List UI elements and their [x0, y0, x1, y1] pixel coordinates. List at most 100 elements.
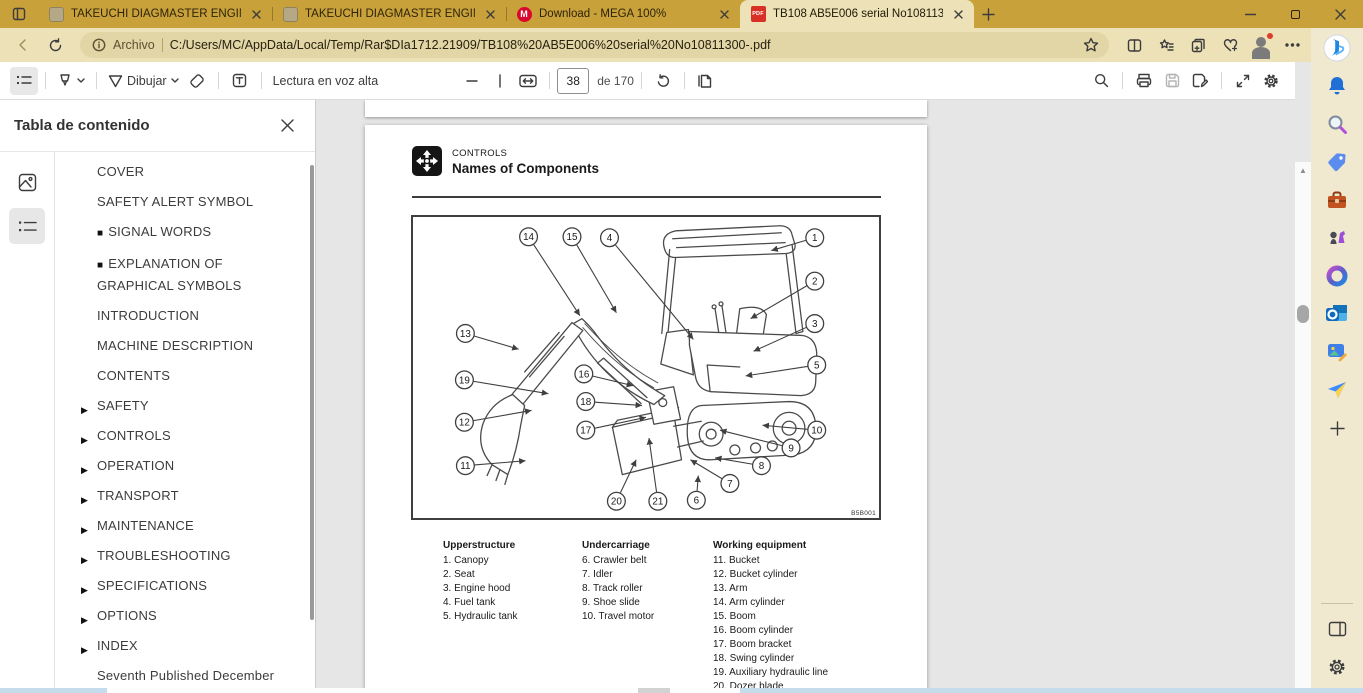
- toc-expand-arrow-icon[interactable]: ▶: [81, 610, 88, 630]
- maximize-button[interactable]: [1273, 0, 1318, 28]
- toc-item[interactable]: ▶TRANSPORT: [56, 486, 309, 506]
- toc-expand-arrow-icon[interactable]: ▶: [81, 550, 88, 570]
- customize-sidebar-plus-icon[interactable]: [1320, 411, 1354, 445]
- toc-item[interactable]: ▶MAINTENANCE: [56, 516, 309, 536]
- pdf-settings-gear-icon[interactable]: [1257, 67, 1285, 95]
- save-as-button[interactable]: [1186, 67, 1214, 95]
- shopping-tag-icon[interactable]: [1320, 145, 1354, 179]
- toc-item[interactable]: ▶CONTROLS: [56, 426, 309, 446]
- microsoft-365-icon[interactable]: [1320, 259, 1354, 293]
- browser-essentials-icon[interactable]: [1217, 32, 1243, 58]
- thumbnails-view-icon[interactable]: [9, 164, 45, 200]
- toc-item[interactable]: ▶OPTIONS: [56, 606, 309, 626]
- pill-divider: [162, 38, 163, 52]
- new-tab-button[interactable]: [974, 0, 1002, 28]
- edge-sidebar-rail: [1311, 28, 1363, 688]
- callout-number: 15: [566, 232, 577, 243]
- toc-expand-arrow-icon[interactable]: ▶: [81, 520, 88, 540]
- fit-to-width-button[interactable]: [514, 67, 542, 95]
- toc-panel-title: Tabla de contenido: [14, 117, 150, 134]
- tab-mega-download[interactable]: M Download - MEGA 100%: [506, 0, 740, 28]
- tab-close-icon[interactable]: [950, 6, 966, 22]
- toc-item[interactable]: ▶SPECIFICATIONS: [56, 576, 309, 596]
- tab-pdf-active[interactable]: PDF TB108 AB5E006 serial No108113: [740, 0, 974, 28]
- sidebar-settings-gear-icon[interactable]: [1320, 650, 1354, 684]
- toc-item[interactable]: INTRODUCTION: [56, 306, 309, 326]
- profile-avatar[interactable]: [1249, 33, 1273, 57]
- toc-item[interactable]: ▶OPERATION: [56, 456, 309, 476]
- zoom-out-button[interactable]: [458, 67, 486, 95]
- zoom-slider-handle[interactable]: [486, 67, 514, 95]
- refresh-icon[interactable]: [42, 32, 68, 58]
- add-text-button[interactable]: [226, 67, 254, 95]
- contents-view-icon[interactable]: [9, 208, 45, 244]
- toc-expand-arrow-icon[interactable]: ▶: [81, 640, 88, 660]
- toc-item[interactable]: ■SIGNAL WORDS: [56, 222, 309, 244]
- read-aloud-button[interactable]: Lectura en voz alta: [269, 67, 383, 95]
- browser-window: TAKEUCHI DIAGMASTER ENGINE TAKEUCHI DIAG…: [0, 0, 1363, 693]
- toc-item[interactable]: Seventh Published December 2004: [56, 666, 309, 688]
- tab-takeuchi-2[interactable]: TAKEUCHI DIAGMASTER ENGINE: [272, 0, 506, 28]
- notifications-bell-icon[interactable]: [1320, 69, 1354, 103]
- fullscreen-button[interactable]: [1229, 67, 1257, 95]
- search-document-icon[interactable]: [1087, 67, 1115, 95]
- url-text: C:/Users/MC/AppData/Local/Temp/Rar$DIa17…: [170, 38, 1076, 52]
- favorites-icon[interactable]: [1153, 32, 1179, 58]
- scroll-up-arrow[interactable]: ▲: [1295, 166, 1311, 175]
- image-designer-icon[interactable]: [1320, 335, 1354, 369]
- toc-expand-arrow-icon[interactable]: ▶: [81, 490, 88, 510]
- component-group: Working equipment11. Bucket12. Bucket cy…: [713, 540, 893, 688]
- page-view-button[interactable]: [692, 67, 720, 95]
- drop-icon[interactable]: [1320, 373, 1354, 407]
- copilot-bing-icon[interactable]: [1320, 31, 1354, 65]
- toc-item[interactable]: ■EXPLANATION OF GRAPHICAL SYMBOLS: [56, 254, 309, 296]
- sidebar-panel-icon[interactable]: [1320, 612, 1354, 646]
- favorite-star-icon[interactable]: [1083, 37, 1099, 53]
- toc-close-icon[interactable]: [273, 112, 301, 140]
- toc-item[interactable]: ▶TROUBLESHOOTING: [56, 546, 309, 566]
- back-icon[interactable]: [10, 32, 36, 58]
- print-button[interactable]: [1130, 67, 1158, 95]
- pdf-toolbar: Dibujar Lectura en voz alta 38 de 170: [0, 62, 1295, 100]
- more-menu-icon[interactable]: [1279, 32, 1305, 58]
- toc-scrollbar-thumb[interactable]: [310, 165, 314, 620]
- toolbar-right-group: [1087, 67, 1285, 95]
- search-sidebar-icon[interactable]: [1320, 107, 1354, 141]
- collections-icon[interactable]: [1185, 32, 1211, 58]
- toc-item[interactable]: CONTENTS: [56, 366, 309, 386]
- highlighter-button[interactable]: [53, 67, 89, 95]
- toc-expand-arrow-icon[interactable]: ▶: [81, 430, 88, 450]
- minimize-button[interactable]: [1228, 0, 1273, 28]
- tab-close-icon[interactable]: [482, 6, 498, 22]
- tab-close-icon[interactable]: [716, 6, 732, 22]
- eraser-button[interactable]: [183, 67, 211, 95]
- toc-item[interactable]: MACHINE DESCRIPTION: [56, 336, 309, 356]
- toc-item[interactable]: ▶INDEX: [56, 636, 309, 656]
- tab-close-icon[interactable]: [248, 6, 264, 22]
- tab-actions-menu-icon[interactable]: [0, 0, 38, 28]
- draw-button[interactable]: Dibujar: [104, 67, 183, 95]
- split-screen-icon[interactable]: [1121, 32, 1147, 58]
- toc-expand-arrow-icon[interactable]: ▶: [81, 460, 88, 480]
- games-icon[interactable]: [1320, 221, 1354, 255]
- tab-takeuchi-1[interactable]: TAKEUCHI DIAGMASTER ENGINE: [38, 0, 272, 28]
- rotate-button[interactable]: [649, 67, 677, 95]
- callout-number: 11: [460, 461, 470, 472]
- pdf-scrollbar[interactable]: ▲ ▼: [1295, 162, 1311, 693]
- pdf-scrollbar-thumb[interactable]: [1297, 305, 1309, 323]
- toc-item[interactable]: COVER: [56, 162, 309, 182]
- toc-toggle-button[interactable]: [10, 67, 38, 95]
- toc-expand-arrow-icon[interactable]: ▶: [81, 400, 88, 420]
- callout-number: 12: [459, 418, 470, 429]
- toc-expand-arrow-icon[interactable]: ▶: [81, 580, 88, 600]
- component-item: 4. Fuel tank: [443, 596, 578, 610]
- page-number-input[interactable]: 38: [557, 68, 589, 94]
- outlook-icon[interactable]: [1320, 297, 1354, 331]
- close-window-button[interactable]: [1318, 0, 1363, 28]
- chevron-down-icon: [171, 78, 179, 83]
- header-rule: [412, 196, 881, 198]
- toc-item[interactable]: ▶SAFETY: [56, 396, 309, 416]
- toc-item[interactable]: SAFETY ALERT SYMBOL: [56, 192, 309, 212]
- toolbox-icon[interactable]: [1320, 183, 1354, 217]
- url-field[interactable]: Archivo C:/Users/MC/AppData/Local/Temp/R…: [80, 32, 1109, 58]
